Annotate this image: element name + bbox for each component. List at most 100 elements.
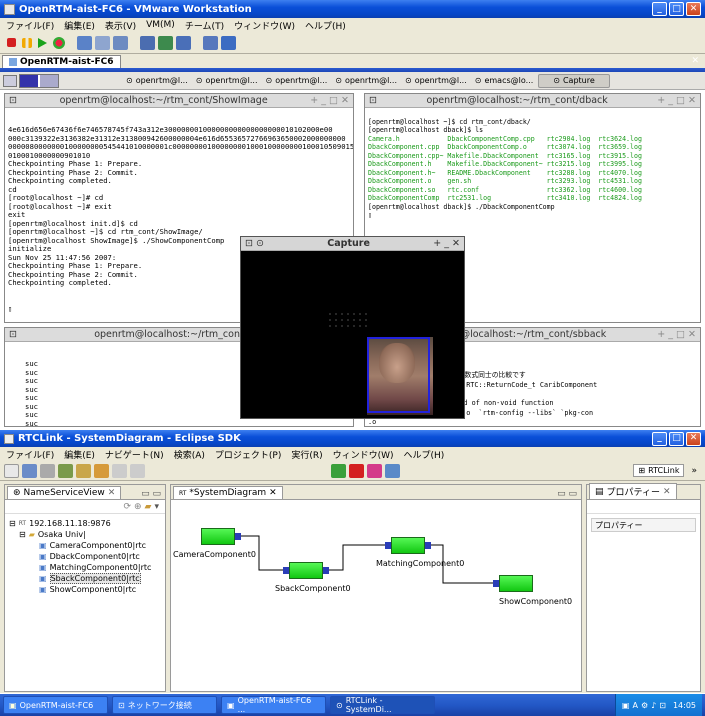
outport[interactable] xyxy=(235,533,241,540)
tree-component[interactable]: ▣ ShowComponent0|rtc xyxy=(9,584,161,595)
summary-icon[interactable] xyxy=(176,35,191,50)
panel-task-3[interactable]: ⊙ openrtm@l... xyxy=(262,73,331,88)
taskbar-vmware-2[interactable]: ▣ OpenRTM-aist-FC6 ... xyxy=(221,696,326,714)
panel-task-5[interactable]: ⊙ openrtm@l... xyxy=(402,73,470,88)
minimize-button[interactable]: _ xyxy=(652,431,667,446)
terminal-menu-icon[interactable]: ⊡ xyxy=(9,95,17,106)
window-controls[interactable]: + _ □ ✕ xyxy=(310,95,349,106)
workspace-switcher[interactable] xyxy=(19,73,59,88)
suspend-icon[interactable] xyxy=(22,37,32,48)
forward-icon[interactable] xyxy=(130,463,145,478)
menu-file[interactable]: ファイル(F) xyxy=(6,19,54,32)
terminal-title-bar[interactable]: ⊡ openrtm@localhost:~/rtm_cont/ShowImage… xyxy=(5,94,353,108)
menu-edit[interactable]: 編集(E) xyxy=(64,448,95,461)
add-icon[interactable]: ⊕ xyxy=(134,502,142,512)
terminal-menu-icon[interactable]: ⊡ xyxy=(9,329,17,340)
editor-minmax[interactable]: ▭ ▭ xyxy=(553,489,581,499)
tray-icon[interactable]: ⚙ xyxy=(641,701,648,710)
tab-close-icon[interactable]: ✕ xyxy=(269,488,277,498)
minimize-button[interactable]: _ xyxy=(652,2,667,16)
diagram-canvas[interactable]: CameraComponent0 SbackComponent0 Matchin… xyxy=(171,500,581,691)
vmware-title-bar[interactable]: OpenRTM-aist-FC6 - VMware Workstation _ … xyxy=(0,0,705,18)
menu-window[interactable]: ウィンドウ(W) xyxy=(333,448,394,461)
revert-icon[interactable] xyxy=(95,35,110,50)
menu-view[interactable]: 表示(V) xyxy=(105,19,136,32)
component-icon[interactable] xyxy=(331,463,346,478)
ime-icon[interactable]: A xyxy=(632,701,637,710)
menu-run[interactable]: 実行(R) xyxy=(291,448,322,461)
tree-folder[interactable]: ⊟ ▰ Osaka Univ| xyxy=(9,529,161,540)
refresh-icon[interactable]: ⟳ xyxy=(123,502,131,512)
taskbar-vmware[interactable]: ▣ OpenRTM-aist-FC6 xyxy=(3,696,108,714)
menu-file[interactable]: ファイル(F) xyxy=(6,448,54,461)
tab-close-icon[interactable]: ✕ xyxy=(663,487,671,497)
menu-edit[interactable]: 編集(E) xyxy=(64,19,95,32)
eclipse-title-bar[interactable]: RTCLink - SystemDiagram - Eclipse SDK _ … xyxy=(0,430,705,447)
show-desktop-icon[interactable] xyxy=(3,74,17,87)
stop-icon[interactable] xyxy=(349,463,364,478)
tree-component-selected[interactable]: ▣ SbackComponent0|rtc xyxy=(9,573,161,584)
capture-menu-icon[interactable]: ⊡ ⊙ xyxy=(245,238,264,249)
maximize-button[interactable]: □ xyxy=(669,431,684,446)
component-sback[interactable] xyxy=(289,562,323,579)
panel-task-2[interactable]: ⊙ openrtm@l... xyxy=(192,73,261,88)
menu-project[interactable]: プロジェクト(P) xyxy=(215,448,281,461)
folder-icon[interactable]: ▰ xyxy=(145,502,152,512)
outport[interactable] xyxy=(323,567,329,574)
new-icon[interactable] xyxy=(4,463,19,478)
quick-switch-icon[interactable] xyxy=(158,35,173,50)
power-off-icon[interactable] xyxy=(7,38,16,47)
vm-tab-close-icon[interactable]: ✕ xyxy=(691,56,699,66)
refresh-icon[interactable] xyxy=(385,463,400,478)
collapse-icon[interactable]: ⊟ xyxy=(9,519,16,528)
edit-icon[interactable] xyxy=(94,463,109,478)
component-matching[interactable] xyxy=(391,537,425,554)
menu-navigate[interactable]: ナビゲート(N) xyxy=(105,448,164,461)
system-diagram-tab[interactable]: RT *SystemDiagram ✕ xyxy=(173,486,283,499)
collapse-icon[interactable]: ⊟ xyxy=(19,530,26,539)
view-minmax[interactable]: ▭ ▭ xyxy=(137,489,165,499)
menu-help[interactable]: ヘルプ(H) xyxy=(404,448,445,461)
taskbar-network[interactable]: ⊡ ネットワーク接続 xyxy=(112,696,217,714)
maximize-button[interactable]: □ xyxy=(669,2,684,16)
tree-host[interactable]: ⊟ RT 192.168.11.18:9876 xyxy=(9,518,161,529)
print-icon[interactable] xyxy=(40,463,55,478)
close-button[interactable]: ✕ xyxy=(686,431,701,446)
menu-team[interactable]: チーム(T) xyxy=(185,19,224,32)
clock[interactable]: 14:05 xyxy=(673,701,696,710)
menu-search[interactable]: 検索(A) xyxy=(174,448,205,461)
back-icon[interactable] xyxy=(112,463,127,478)
terminal-menu-icon[interactable]: ⊡ xyxy=(369,95,377,106)
outport[interactable] xyxy=(425,542,431,549)
inport[interactable] xyxy=(283,567,289,574)
network-tray-icon[interactable]: ⊡ xyxy=(659,701,666,710)
perspective-switcher[interactable]: ⊞ RTCLink xyxy=(633,464,685,477)
tree-component[interactable]: ▣ DbackComponent0|rtc xyxy=(9,551,161,562)
full-screen-icon[interactable] xyxy=(140,35,155,50)
save-icon[interactable] xyxy=(22,463,37,478)
panel-task-4[interactable]: ⊙ openrtm@l... xyxy=(332,73,400,88)
close-button[interactable]: ✕ xyxy=(686,2,701,16)
properties-tab[interactable]: ▤ プロパティー ✕ xyxy=(589,483,677,499)
console-view-icon[interactable] xyxy=(203,35,218,50)
component-camera[interactable] xyxy=(201,528,235,545)
menu-vm[interactable]: VM(M) xyxy=(146,20,175,30)
snapshot-icon[interactable] xyxy=(77,35,92,50)
name-service-tab[interactable]: ⊛ NameServiceView ✕ xyxy=(7,486,122,499)
taskbar-eclipse[interactable]: ⊙ RTCLink - SystemDi... xyxy=(330,696,435,714)
panel-task-7[interactable]: ⊙ Capture xyxy=(538,73,610,88)
tab-close-icon[interactable]: ✕ xyxy=(108,488,116,498)
vm-tab[interactable]: OpenRTM-aist-FC6 xyxy=(2,55,121,68)
menu-window[interactable]: ウィンドウ(W) xyxy=(234,19,295,32)
menu-help[interactable]: ヘルプ(H) xyxy=(305,19,346,32)
more-perspectives-icon[interactable]: » xyxy=(687,466,701,476)
volume-icon[interactable]: ♪ xyxy=(651,701,656,710)
snapshot-manager-icon[interactable] xyxy=(113,35,128,50)
inport[interactable] xyxy=(385,542,391,549)
tree-component[interactable]: ▣ MatchingComponent0|rtc xyxy=(9,562,161,573)
terminal-title-bar[interactable]: ⊡ openrtm@localhost:~/rtm_cont/dback + _… xyxy=(365,94,700,108)
power-on-icon[interactable] xyxy=(38,37,47,48)
capture-window-controls[interactable]: + _ ✕ xyxy=(433,238,460,249)
debug-icon[interactable] xyxy=(58,463,73,478)
capture-window[interactable]: ⊡ ⊙ Capture + _ ✕ xyxy=(240,236,465,419)
